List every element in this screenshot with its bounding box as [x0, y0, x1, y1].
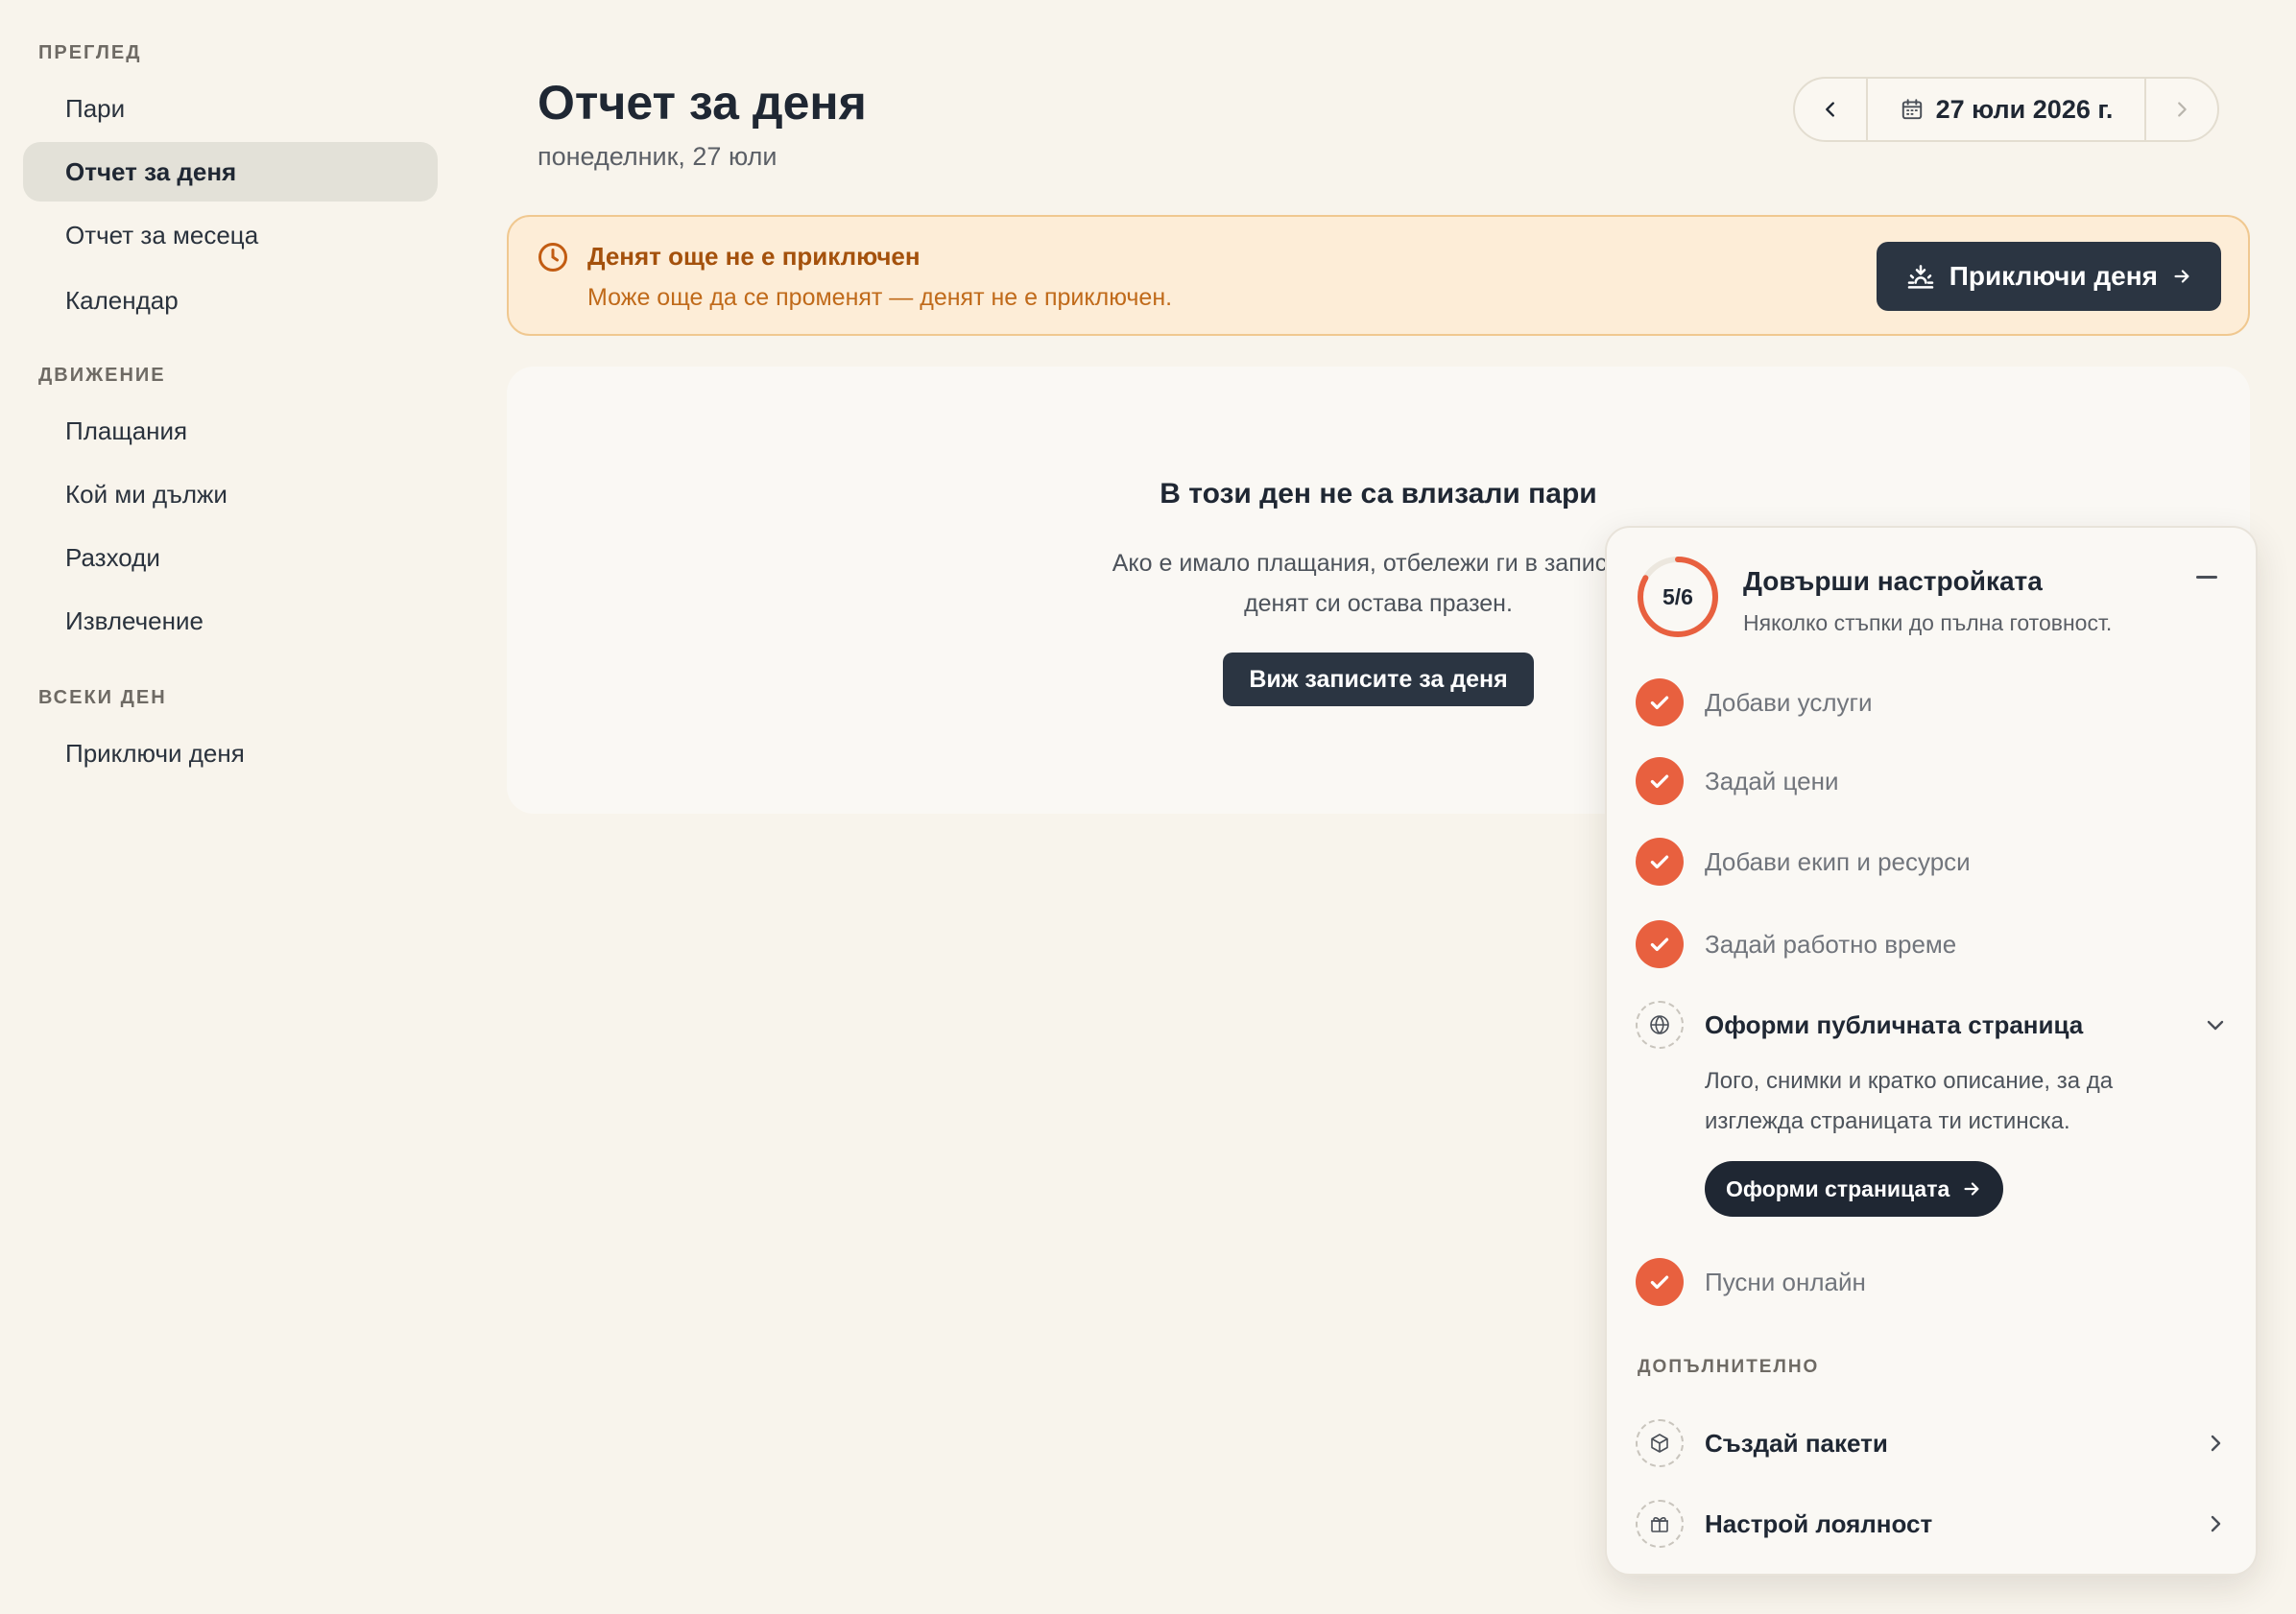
setup-step-label: Оформи публичната страница	[1705, 1009, 2084, 1039]
setup-step-label: Добави екип и ресурси	[1705, 846, 1971, 876]
gift-icon	[1636, 1500, 1684, 1548]
setup-step-set-prices[interactable]: Задай цени	[1636, 756, 2231, 806]
page-subtitle: понеделник, 27 юли	[538, 142, 777, 171]
next-day-button[interactable]	[2144, 79, 2217, 140]
sidebar-item-daily-report[interactable]: Отчет за деня	[23, 142, 438, 202]
setup-step-working-hours[interactable]: Задай работно време	[1636, 919, 2231, 969]
extra-label: Създай пакети	[1705, 1428, 1888, 1458]
calendar-icon	[1901, 99, 1922, 120]
app-root: ПРЕГЛЕД Пари Отчет за деня Отчет за месе…	[0, 0, 2296, 1614]
arrow-right-icon	[2174, 270, 2189, 283]
previous-day-button[interactable]	[1795, 79, 1868, 140]
chevron-down-icon	[2207, 1020, 2224, 1031]
extra-label: Настрой лоялност	[1705, 1508, 1933, 1538]
public-page-description-line1: Лого, снимки и кратко описание, за да	[1705, 1068, 2114, 1094]
check-icon	[1636, 757, 1684, 805]
sidebar-item-monthly-report[interactable]: Отчет за месеца	[23, 205, 438, 265]
setup-step-label: Добави услуги	[1705, 687, 1873, 717]
page-title: Отчет за деня	[538, 76, 867, 130]
progress-label: 5/6	[1662, 583, 1693, 609]
nav-section-overview: ПРЕГЛЕД	[38, 42, 142, 63]
current-date-label: 27 юли 2026 г.	[1935, 94, 2114, 124]
sunset-icon	[1907, 265, 1933, 289]
sidebar-item-calendar[interactable]: Календар	[23, 271, 438, 330]
check-icon	[1636, 838, 1684, 886]
check-icon	[1636, 678, 1684, 726]
close-day-button[interactable]: Приключи деня	[1876, 242, 2221, 311]
globe-icon	[1636, 1001, 1684, 1049]
minimize-icon[interactable]	[2196, 576, 2217, 579]
design-page-button-label: Оформи страницата	[1726, 1175, 1950, 1201]
extra-setup-loyalty[interactable]: Настрой лоялност	[1636, 1499, 2231, 1549]
setup-step-label: Задай работно време	[1705, 929, 1957, 959]
setup-step-label: Задай цени	[1705, 766, 1839, 795]
date-picker-button[interactable]: 27 юли 2026 г.	[1868, 79, 2144, 140]
sidebar-item-close-day[interactable]: Приключи деня	[23, 724, 438, 783]
sidebar-item-money[interactable]: Пари	[23, 79, 438, 138]
chevron-right-icon	[2211, 1515, 2221, 1532]
setup-title: Довърши настройката	[1743, 566, 2043, 596]
nav-section-movement: ДВИЖЕНИЕ	[38, 365, 166, 386]
setup-step-label: Пусни онлайн	[1705, 1267, 1866, 1296]
extras-heading: ДОПЪЛНИТЕЛНО	[1638, 1357, 1820, 1377]
public-page-description-line2: изглежда страницата ти истинска.	[1705, 1108, 2070, 1134]
box-icon	[1636, 1419, 1684, 1467]
design-page-button[interactable]: Оформи страницата	[1705, 1161, 2004, 1217]
view-day-records-button[interactable]: Виж записите за деня	[1223, 653, 1534, 706]
setup-checklist-panel: 5/6 Довърши настройката Няколко стъпки д…	[1605, 526, 2258, 1576]
setup-step-public-page[interactable]: Оформи публичната страница	[1636, 1000, 2231, 1050]
chevron-right-icon	[2211, 1435, 2221, 1452]
sidebar-item-statement[interactable]: Извлечение	[23, 591, 438, 651]
date-navigator: 27 юли 2026 г.	[1793, 77, 2219, 142]
check-icon	[1636, 920, 1684, 968]
public-page-description: Лого, снимки и кратко описание, за да из…	[1705, 1061, 2204, 1142]
nav-section-every-day: ВСЕКИ ДЕН	[38, 687, 167, 708]
chevron-left-icon	[1826, 102, 1834, 117]
setup-step-go-online[interactable]: Пусни онлайн	[1636, 1257, 2231, 1307]
day-not-closed-banner: Денят още не е приключен Може още да се …	[507, 215, 2250, 336]
clock-icon	[538, 243, 567, 272]
setup-subtitle: Няколко стъпки до пълна готовност.	[1743, 610, 2113, 635]
sidebar-item-expenses[interactable]: Разходи	[23, 528, 438, 587]
chevron-right-icon	[2178, 102, 2187, 117]
banner-title: Денят още не е приключен	[587, 242, 921, 271]
check-icon	[1636, 1258, 1684, 1306]
arrow-right-icon	[1964, 1182, 1979, 1196]
extra-create-packages[interactable]: Създай пакети	[1636, 1418, 2231, 1468]
sidebar-item-payments[interactable]: Плащания	[23, 401, 438, 461]
close-day-button-label: Приключи деня	[1949, 261, 2158, 291]
sidebar-item-debtors[interactable]: Кой ми дължи	[23, 464, 438, 524]
setup-step-add-team[interactable]: Добави екип и ресурси	[1636, 837, 2231, 887]
setup-step-add-services[interactable]: Добави услуги	[1636, 677, 2231, 727]
banner-text: Може още да се променят — денят не е при…	[587, 284, 1173, 311]
empty-state-title: В този ден не са влизали пари	[1160, 478, 1597, 510]
sidebar: ПРЕГЛЕД Пари Отчет за деня Отчет за месе…	[0, 0, 461, 1614]
